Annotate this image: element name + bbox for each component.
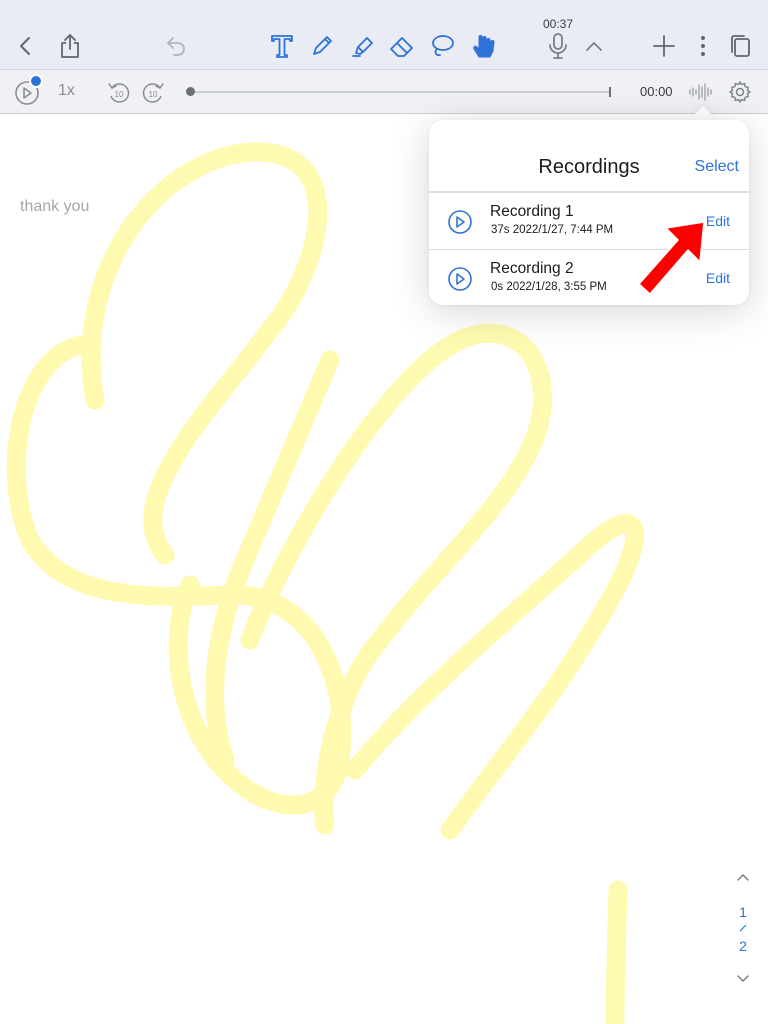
audio-play-button[interactable]	[14, 74, 43, 105]
chevron-down-icon[interactable]	[736, 974, 750, 984]
plus-icon	[653, 35, 675, 57]
add-button[interactable]	[646, 28, 682, 64]
svg-text:10: 10	[115, 90, 124, 99]
share-icon	[61, 34, 79, 58]
play-circle-icon[interactable]	[447, 209, 473, 235]
pages-button[interactable]	[722, 28, 758, 64]
collapse-audio-button[interactable]	[576, 28, 612, 64]
waveform-button[interactable]	[688, 82, 714, 107]
text-tool-button[interactable]	[264, 28, 300, 64]
total-pages: 2	[739, 938, 747, 954]
lasso-icon	[432, 35, 454, 57]
skip-back-10-icon: 10	[108, 83, 130, 103]
share-button[interactable]	[52, 28, 88, 64]
highlighter-tool-button[interactable]	[345, 28, 381, 64]
chevron-up-icon[interactable]	[736, 872, 750, 882]
select-button[interactable]: Select	[695, 158, 739, 176]
recording-name: Recording 1	[490, 203, 574, 220]
playback-speed[interactable]: 1x	[58, 82, 75, 100]
undo-button[interactable]	[158, 28, 194, 64]
note-text: thank you	[20, 198, 90, 215]
play-circle-icon[interactable]	[447, 266, 473, 292]
chevron-up-icon	[586, 42, 602, 51]
recording-meta: 0s 2022/1/28, 3:55 PM	[491, 281, 607, 293]
hand-pointer-icon	[473, 35, 495, 58]
svg-text:10: 10	[149, 90, 158, 99]
scrubber-track	[190, 91, 610, 93]
highlighter-stroke	[81, 142, 328, 565]
eraser-tool-button[interactable]	[384, 28, 420, 64]
audio-settings-button[interactable]	[728, 80, 752, 109]
waveform-icon	[689, 83, 712, 101]
top-toolbar: 00:37	[0, 0, 768, 70]
scrubber-handle[interactable]	[186, 87, 195, 96]
recording-name: Recording 2	[490, 260, 574, 277]
highlighter-stroke	[345, 514, 645, 840]
highlighter-stroke	[205, 350, 340, 770]
recording-indicator-dot	[29, 74, 43, 88]
current-page: 1	[739, 904, 747, 920]
page-navigator: 1 2	[727, 866, 759, 990]
hand-pointer-tool-button[interactable]	[465, 28, 501, 64]
recording-meta: 37s 2022/1/27, 7:44 PM	[491, 224, 614, 236]
skip-forward-button[interactable]: 10	[140, 80, 166, 111]
eraser-icon	[390, 37, 413, 57]
audio-playback-bar: 1x 10 10 00:00	[0, 70, 768, 114]
pen-tool-button[interactable]	[304, 28, 340, 64]
pen-icon	[313, 36, 332, 55]
microphone-icon	[549, 33, 567, 59]
scrubber-end-mark	[609, 87, 611, 97]
text-tool-icon	[271, 35, 293, 58]
highlighter-stroke	[6, 335, 352, 815]
skip-forward-10-icon: 10	[142, 83, 164, 103]
page-separator	[739, 924, 747, 932]
more-vertical-icon	[701, 36, 705, 56]
annotation-arrow-icon	[638, 221, 705, 295]
playback-time: 00:00	[640, 84, 673, 99]
chevron-left-icon	[20, 37, 30, 55]
highlighter-icon	[352, 37, 373, 57]
microphone-button[interactable]	[540, 28, 576, 64]
back-button[interactable]	[8, 28, 44, 64]
audio-scrubber[interactable]	[186, 84, 614, 100]
skip-back-button[interactable]: 10	[106, 80, 132, 111]
undo-icon	[167, 37, 185, 56]
more-button[interactable]	[685, 28, 721, 64]
gear-icon	[729, 81, 751, 103]
highlighter-stroke	[605, 880, 628, 1024]
lasso-tool-button[interactable]	[424, 28, 460, 64]
pages-icon	[731, 35, 750, 57]
